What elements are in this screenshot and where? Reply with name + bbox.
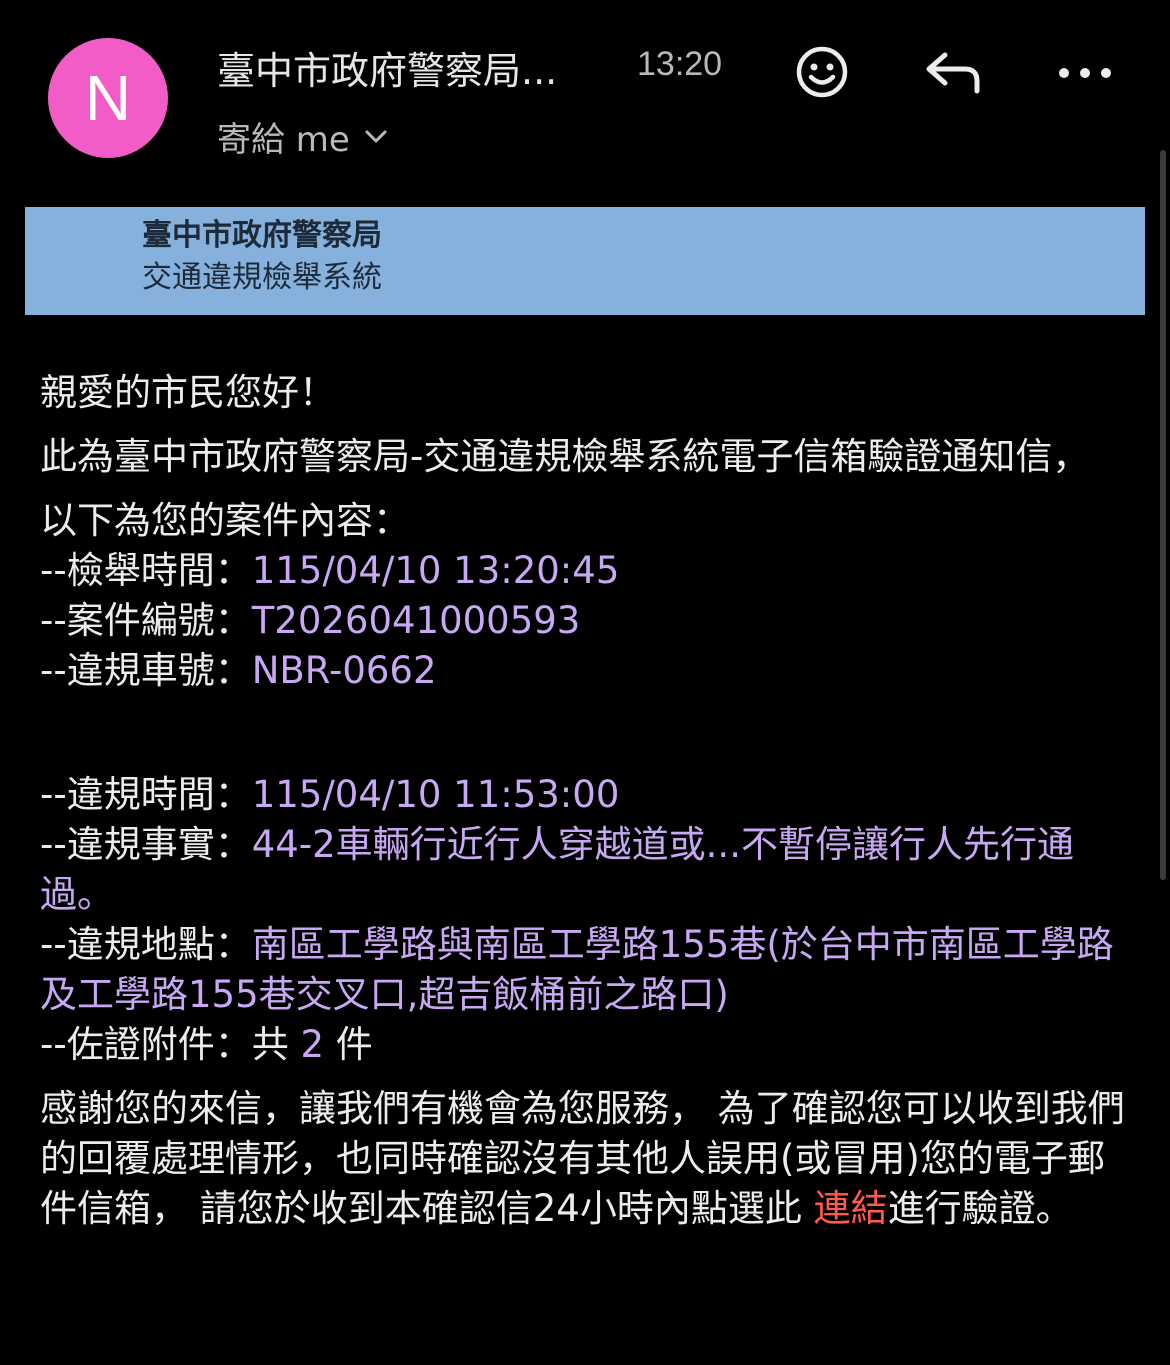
violation-time-row: --違規時間：115/04/10 11:53:00 (40, 770, 1135, 820)
location-row: --違規地點：南區工學路與南區工學路155巷(於台中市南區工學路及工學路155巷… (40, 920, 1135, 1020)
scrollbar[interactable] (1160, 150, 1166, 880)
add-reaction-button[interactable] (790, 42, 854, 106)
recipient-toggle[interactable]: 寄給 me (217, 112, 388, 161)
sender-avatar[interactable]: N (48, 38, 168, 158)
plate-value: NBR-0662 (251, 649, 437, 692)
intro-text: 此為臺中市政府警察局-交通違規檢舉系統電子信箱驗證通知信， (40, 435, 1090, 478)
location-label: --違規地點： (40, 923, 252, 966)
case-no-label: --案件編號： (40, 599, 252, 642)
attachments-row: --佐證附件：共 2 件 (40, 1020, 1135, 1070)
avatar-letter: N (84, 62, 132, 134)
banner-system: 交通違規檢舉系統 (142, 260, 382, 295)
more-dots-icon (1057, 65, 1113, 84)
more-options-button[interactable] (1050, 52, 1120, 96)
sender-name[interactable]: 臺中市政府警察局... (217, 40, 557, 95)
verification-link[interactable]: 連結 (814, 1187, 888, 1230)
report-time-row: --檢舉時間：115/04/10 13:20:45 (40, 546, 1135, 596)
violation-time-value: 115/04/10 11:53:00 (251, 773, 620, 816)
chevron-down-icon (364, 129, 388, 145)
email-banner: 臺中市政府警察局 交通違規檢舉系統 (25, 207, 1145, 315)
reply-icon (923, 47, 985, 101)
banner-org: 臺中市政府警察局 (142, 218, 382, 253)
recipient-label: 寄給 me (217, 120, 350, 160)
violation-fact-label: --違規事實： (40, 823, 252, 866)
violation-time-label: --違規時間： (40, 773, 252, 816)
case-no-row: --案件編號：T2026041000593 (40, 596, 1135, 646)
case-no-value: T2026041000593 (251, 599, 581, 642)
report-time-value: 115/04/10 13:20:45 (251, 549, 620, 592)
closing-paragraph: 感謝您的來信，讓我們有機會為您服務， 為了確認您可以收到我們的回覆處理情形，也同… (40, 1084, 1135, 1234)
email-time: 13:20 (637, 45, 723, 83)
case-heading: 以下為您的案件內容： (40, 499, 410, 542)
plate-label: --違規車號： (40, 649, 252, 692)
reply-button[interactable] (920, 44, 988, 104)
plate-row: --違規車號：NBR-0662 (40, 646, 1135, 696)
attachments-count: 2 (300, 1023, 325, 1066)
attachments-suffix: 件 (324, 1023, 373, 1066)
attachments-prefix: --佐證附件：共 (40, 1023, 301, 1066)
violation-fact-row: --違規事實：44-2車輛行近行人穿越道或...不暫停讓行人先行通過。 (40, 820, 1135, 920)
email-body: 親愛的市民您好！ 此為臺中市政府警察局-交通違規檢舉系統電子信箱驗證通知信， 以… (40, 368, 1135, 1234)
greeting: 親愛的市民您好！ (40, 371, 336, 414)
smiley-icon (794, 44, 850, 104)
email-screen: N 臺中市政府警察局... 13:20 寄給 me 臺中市政府警察局 交通違規檢… (0, 0, 1170, 1365)
closing-end: 進行驗證。 (887, 1187, 1073, 1230)
report-time-label: --檢舉時間： (40, 549, 252, 592)
